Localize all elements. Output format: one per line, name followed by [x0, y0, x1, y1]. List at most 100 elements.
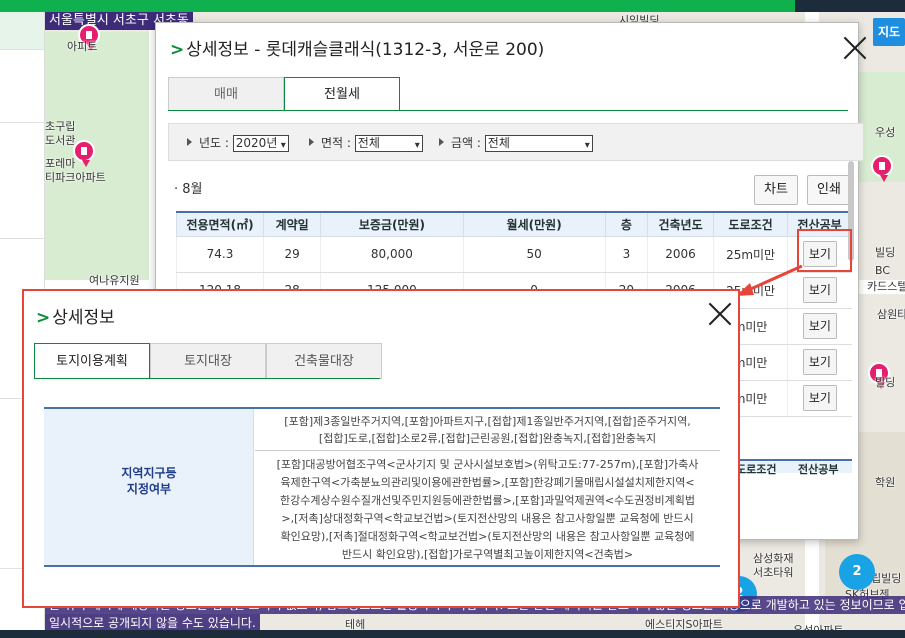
print-button[interactable]: 인쇄 [807, 175, 851, 205]
area-filter: 면적 : 전체 ▾ [309, 134, 423, 152]
column-header: 보증금(만원) [320, 211, 464, 237]
view-button[interactable]: 보기 [802, 349, 837, 375]
close-icon[interactable] [707, 301, 733, 327]
row-header: 지역지구등 지정여부 [44, 409, 254, 565]
column-header: 도로조건 [712, 211, 789, 237]
tab-underline [168, 110, 848, 111]
dialog-title: > 상세정보 - 롯데캐슬클래식(1312-3, 서운로 200) [170, 35, 544, 60]
cell-floor: 3 [604, 236, 648, 273]
cell-line: 한강수계상수원수질개선및주민지원등에관한법률>,[포함]과밀억제권역<수도권정비… [279, 494, 696, 507]
cell-area: 74.3 [175, 236, 264, 273]
area-label: 면적 : [321, 136, 351, 150]
chevron-right-icon: > [36, 308, 51, 328]
month-label: 8월 [182, 182, 203, 197]
year-filter: 년도 : 2020년 ▾ [187, 134, 289, 152]
map-label: 아피트 [67, 40, 98, 53]
map-label: 카드스텔 [867, 280, 905, 293]
lower-header-text: 전산공부 [798, 463, 839, 476]
screen: 서울특별시 서초구 서초동 아피트 초구립 도서관 포레마 티파크아파트 여나유… [0, 0, 905, 638]
map-cluster[interactable]: 2 [839, 554, 875, 590]
map-label: 우성 [875, 126, 896, 139]
top-bar [0, 0, 905, 12]
divider [0, 238, 45, 239]
cell-line: [접합]도로,[접합]소로2류,[접합]근린공원,[접합]완충녹지,[접합]완충… [318, 432, 657, 445]
map-label: 학원 [875, 476, 896, 489]
map-label: 여나유지원 [89, 274, 140, 287]
map-label: 빌딩 [875, 246, 896, 259]
year-select[interactable]: 2020년 ▾ [232, 135, 289, 152]
chart-button[interactable]: 차트 [754, 175, 798, 205]
tab-lease[interactable]: 전월세 [284, 77, 400, 111]
year-label: 년도 : [199, 136, 229, 150]
chevron-down-icon: ▾ [280, 140, 286, 151]
dialog-title-text: 상세정보 [52, 308, 115, 328]
map-view-button[interactable]: 지도 [873, 18, 905, 46]
chevron-down-icon: ▾ [584, 140, 590, 151]
column-header: 층 [604, 211, 649, 237]
map-label: 립빌딩 [871, 572, 902, 585]
dialog-title-text: 상세정보 - 롯데캐슬클래식(1312-3, 서운로 200) [186, 40, 545, 60]
top-bar-right [795, 0, 905, 12]
lower-table-header: 도로조건 전산공부 [724, 459, 852, 476]
cell-deposit: 80,000 [320, 236, 464, 273]
month-heading: · 8월 [174, 182, 203, 197]
land-detail-dialog: > 상세정보 토지이용계획 토지대장 건축물대장 지역지구등 지정여부 [포함]제… [22, 289, 740, 608]
table-header-row: 전용면적(㎡) 계약일 보증금(만원) 월세(만원) 층 건축년도 도로조건 전… [175, 211, 852, 237]
cell-day: 29 [263, 236, 321, 273]
divider [0, 122, 45, 123]
restriction-cell: [포함]대공방어협조구역<군사기지 및 군사시설보호법>(위탁고도:77-257… [255, 452, 720, 565]
map-label: 도서관 [45, 134, 76, 147]
view-button[interactable]: 보기 [802, 385, 837, 411]
cell-line: 육제한구역<가축분뇨의관리및이용에관한법률>,[포함]한강폐기물매립시설설치제한… [280, 476, 695, 489]
cell-rent: 50 [462, 236, 606, 273]
chevron-right-icon: > [170, 40, 185, 60]
cell-line: 확인요망),[저촉]절대정화구역<학교보건법>(토지전산망의 내용은 참고사항일… [280, 530, 695, 543]
view-button[interactable]: 보기 [802, 277, 837, 303]
amount-select[interactable]: 전체 ▾ [484, 135, 593, 152]
close-icon[interactable] [842, 35, 868, 61]
cell-action: 보기 [787, 344, 852, 381]
tab-bar: 토지이용계획 토지대장 건축물대장 [34, 343, 382, 379]
map-label: 빌딩 [875, 376, 896, 389]
map-label: 삼원타 [877, 308, 905, 321]
tab-land-use-plan[interactable]: 토지이용계획 [34, 343, 150, 379]
amount-select-value: 전체 [487, 136, 510, 150]
year-select-value: 2020년 [235, 136, 278, 150]
cell-line: [포함]제3종일반주거지역,[포함]아파트지구,[접합]제1종일반주거지역,[접… [284, 415, 691, 428]
column-header: 월세(만원) [462, 211, 606, 237]
building-pin-icon[interactable] [871, 155, 893, 182]
map-label: 서초타워 [753, 566, 794, 579]
pointer-arrow-icon [736, 264, 803, 296]
area-select[interactable]: 전체 ▾ [354, 135, 423, 152]
cell-action: 보기 [787, 380, 852, 417]
cell-line: [포함]대공방어협조구역<군사기지 및 군사시설보호법>(위탁고도:77-257… [276, 458, 699, 471]
land-use-table: 지역지구등 지정여부 [포함]제3종일반주거지역,[포함]아파트지구,[접합]제… [44, 407, 720, 567]
triangle-right-icon [439, 138, 448, 146]
bottom-bar [0, 630, 905, 638]
cell-action: 보기 [787, 308, 852, 345]
lower-header-text: 도로조건 [736, 463, 777, 476]
amount-filter: 금액 : 전체 ▾ [439, 134, 593, 152]
tab-bar: 매매 전월세 [168, 77, 400, 111]
filter-bar: 년도 : 2020년 ▾ 면적 : 전체 ▾ 금액 : 전체 ▾ [168, 123, 864, 161]
cell-line: >,[저촉]상대정화구역<학교보건법>(토지전산망의 내용은 참고사항일뿐 교육… [281, 512, 694, 525]
cell-line: 반드시 확인요망),[접합]가로구역별최고높이제한지역<건축법> [341, 548, 634, 561]
tab-sale[interactable]: 매매 [168, 77, 284, 111]
amount-label: 금액 : [451, 136, 481, 150]
tab-land-register[interactable]: 토지대장 [150, 343, 266, 379]
column-header: 건축년도 [647, 211, 714, 237]
tab-underline [34, 378, 380, 379]
column-header: 전용면적(㎡) [175, 211, 265, 237]
area-select-value: 전체 [357, 136, 380, 150]
tab-building-register[interactable]: 건축물대장 [266, 343, 382, 379]
triangle-right-icon [309, 138, 318, 146]
chevron-down-icon: ▾ [414, 140, 420, 151]
dialog-title: > 상세정보 [36, 303, 115, 328]
map-label: BC [875, 264, 891, 277]
triangle-right-icon [187, 138, 196, 146]
view-button[interactable]: 보기 [802, 313, 837, 339]
cell-year: 2006 [647, 236, 714, 273]
building-pin-icon[interactable] [73, 140, 95, 167]
row-header-line: 지정여부 [126, 482, 172, 496]
map-label: 티파크아파트 [45, 171, 106, 184]
